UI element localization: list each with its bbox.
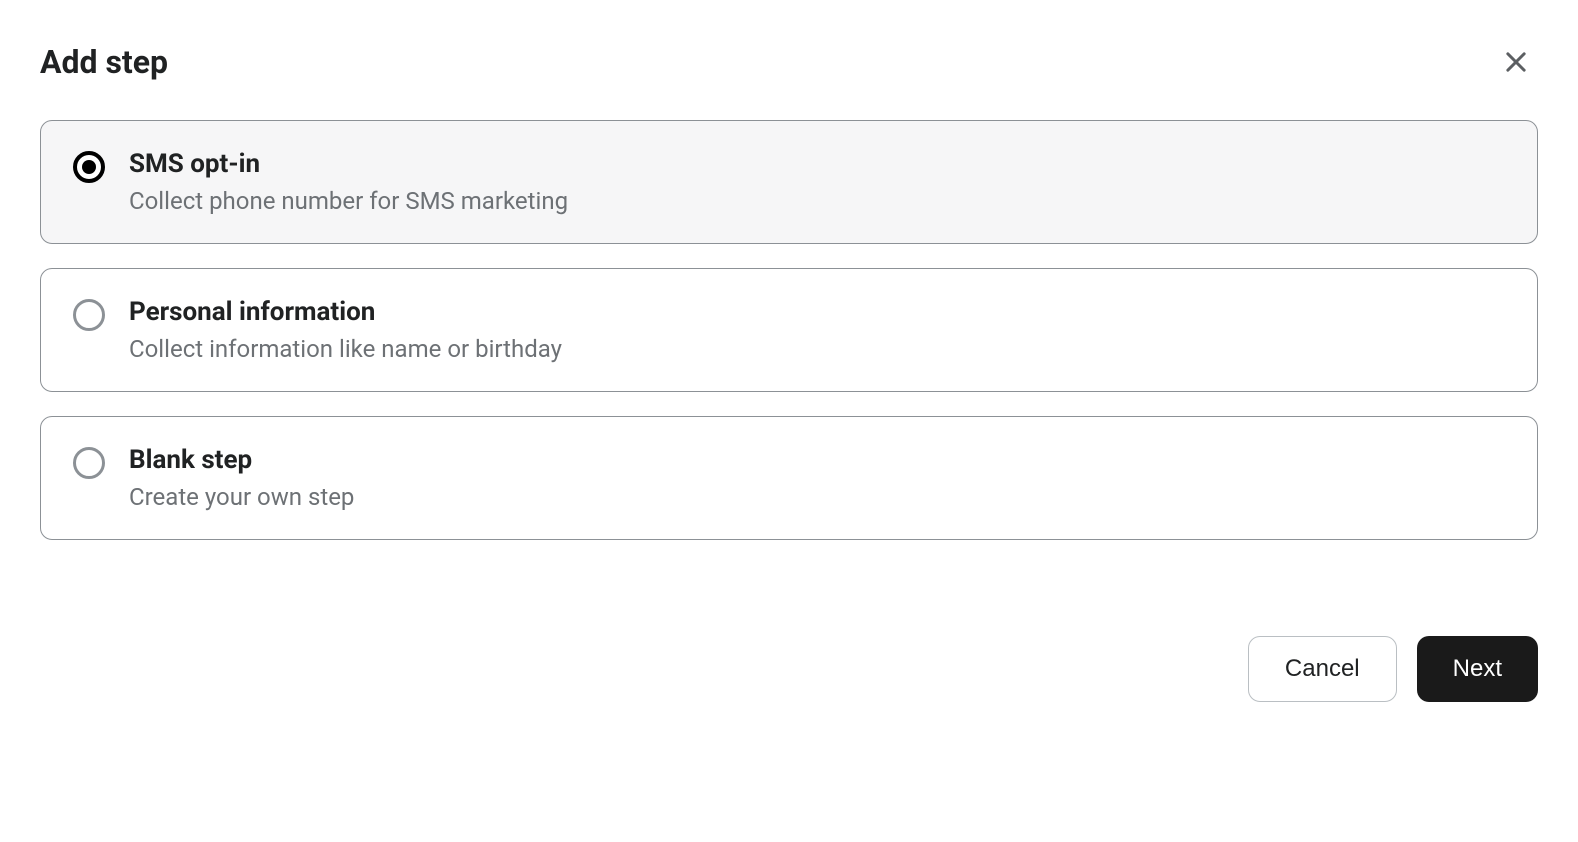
option-title: Blank step xyxy=(129,445,354,475)
option-description: Collect phone number for SMS marketing xyxy=(129,187,568,215)
option-blank-step[interactable]: Blank step Create your own step xyxy=(40,416,1538,540)
options-list: SMS opt-in Collect phone number for SMS … xyxy=(40,120,1538,540)
modal-title: Add step xyxy=(40,43,168,81)
radio-icon xyxy=(73,151,105,183)
option-title: SMS opt-in xyxy=(129,149,568,179)
next-button[interactable]: Next xyxy=(1417,636,1538,702)
modal-header: Add step xyxy=(40,40,1538,84)
option-title: Personal information xyxy=(129,297,562,327)
cancel-button[interactable]: Cancel xyxy=(1248,636,1397,702)
option-content: Personal information Collect information… xyxy=(129,297,562,363)
option-content: Blank step Create your own step xyxy=(129,445,354,511)
radio-icon xyxy=(73,447,105,479)
option-personal-information[interactable]: Personal information Collect information… xyxy=(40,268,1538,392)
option-description: Collect information like name or birthda… xyxy=(129,335,562,363)
radio-icon xyxy=(73,299,105,331)
modal-footer: Cancel Next xyxy=(40,636,1538,702)
option-description: Create your own step xyxy=(129,483,354,511)
close-button[interactable] xyxy=(1494,40,1538,84)
option-content: SMS opt-in Collect phone number for SMS … xyxy=(129,149,568,215)
close-icon xyxy=(1502,48,1530,76)
option-sms-opt-in[interactable]: SMS opt-in Collect phone number for SMS … xyxy=(40,120,1538,244)
